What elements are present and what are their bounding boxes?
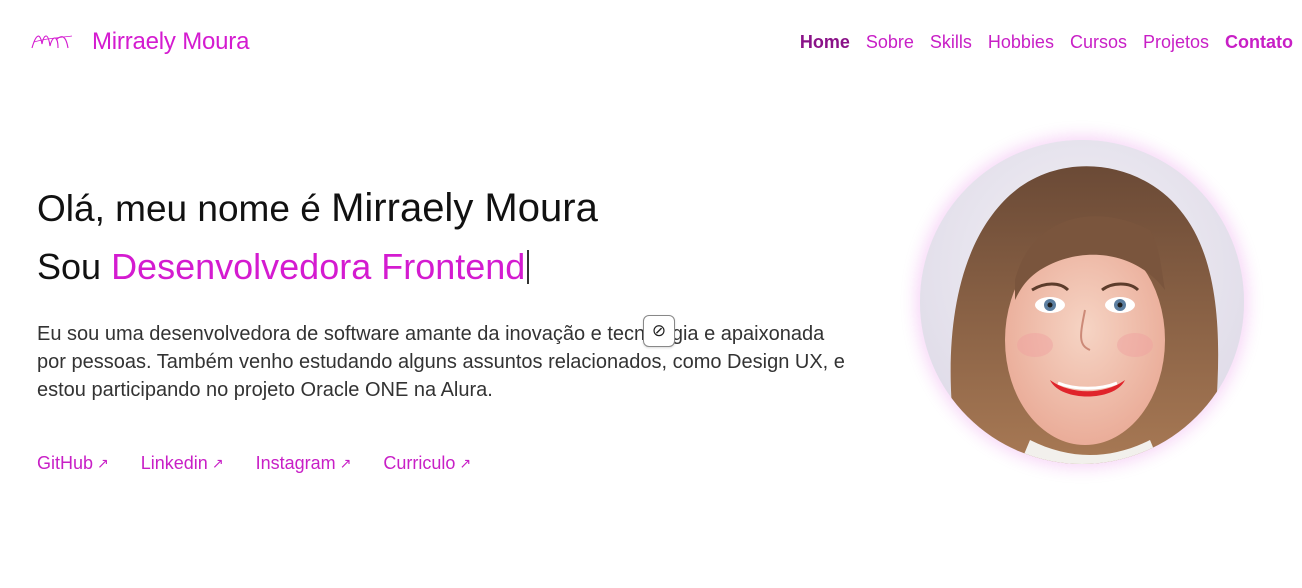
blocked-cursor-icon: ⊘ [643, 315, 675, 347]
nav-skills[interactable]: Skills [930, 32, 972, 53]
github-link[interactable]: GitHub ↗ [37, 453, 109, 474]
signature-logo[interactable] [28, 26, 74, 58]
arrow-up-right-icon: ↗ [211, 455, 224, 471]
brand-name[interactable]: Mirraely Moura [92, 28, 249, 56]
nav-cursos[interactable]: Cursos [1070, 32, 1127, 53]
nav-home[interactable]: Home [800, 32, 850, 53]
typing-cursor [527, 250, 530, 284]
role-text: Desenvolvedora Frontend [111, 246, 526, 287]
arrow-up-right-icon: ↗ [97, 455, 109, 471]
nav-sobre[interactable]: Sobre [866, 32, 914, 53]
description-text: Eu sou uma desenvolvedora de software am… [37, 323, 845, 401]
hero-description: Eu sou uma desenvolvedora de software am… [37, 320, 857, 404]
site-header: Mirraely Moura Home Sobre Skills Hobbies… [0, 0, 1302, 86]
nav-hobbies[interactable]: Hobbies [988, 32, 1054, 53]
github-link-label: GitHub [37, 453, 94, 473]
arrow-up-right-icon: ↗ [339, 455, 352, 471]
curriculo-link[interactable]: Curriculo ↗ [383, 453, 471, 474]
nav-projetos[interactable]: Projetos [1143, 32, 1209, 53]
curriculo-link-label: Curriculo [383, 453, 456, 473]
role-prefix: Sou [37, 246, 112, 287]
nav-contato[interactable]: Contato [1225, 32, 1293, 53]
arrow-up-right-icon: ↗ [459, 455, 472, 471]
profile-photo [920, 140, 1244, 464]
greeting-text: Olá, meu nome é [37, 188, 332, 229]
hero-name: Mirraely Moura [331, 186, 598, 230]
instagram-link[interactable]: Instagram ↗ [256, 453, 352, 474]
profile-photo-illustration [920, 140, 1244, 464]
hero-role: Sou Desenvolvedora Frontend [37, 246, 530, 288]
hero-greeting: Olá, meu nome é Mirraely Moura [37, 186, 598, 231]
main-nav: Home Sobre Skills Hobbies Cursos Projeto… [800, 32, 1293, 53]
linkedin-link-label: Linkedin [140, 453, 208, 473]
instagram-link-label: Instagram [255, 453, 336, 473]
linkedin-link[interactable]: Linkedin ↗ [141, 453, 224, 474]
social-links: GitHub ↗ Linkedin ↗ Instagram ↗ Curricul… [37, 453, 471, 474]
